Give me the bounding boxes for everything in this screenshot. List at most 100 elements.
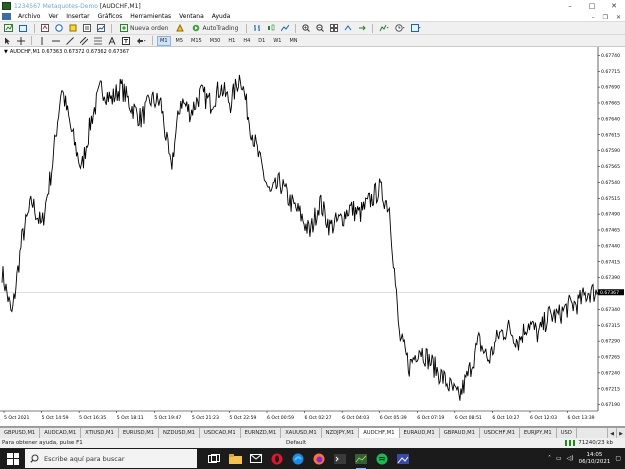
- arrows-button[interactable]: [134, 36, 148, 46]
- templates-button[interactable]: [409, 23, 423, 33]
- tile-windows-button[interactable]: [328, 23, 340, 33]
- minimize-icon[interactable]: –: [559, 0, 581, 12]
- tab-nzdjpy[interactable]: NZDJPY,M1: [321, 428, 360, 438]
- child-minimize-icon[interactable]: –: [592, 14, 595, 21]
- tab-scroll-left-icon[interactable]: ◀: [607, 428, 616, 438]
- menu-ventana[interactable]: Ventana: [175, 13, 208, 20]
- tab-eurjpy[interactable]: EURJPY,M1: [519, 428, 557, 438]
- opera-browser-icon[interactable]: [270, 452, 284, 466]
- terminal-button[interactable]: [81, 23, 93, 33]
- y-tick-label: 0.67490: [601, 212, 620, 218]
- tab-audcad[interactable]: AUDCAD,M1: [40, 428, 82, 438]
- tab-xtiusd[interactable]: XTIUSD,M1: [81, 428, 119, 438]
- firefox-browser-icon[interactable]: [312, 452, 326, 466]
- taskbar-clock[interactable]: 14:05 06/10/2021: [579, 452, 611, 466]
- tab-usd[interactable]: USD: [556, 428, 577, 438]
- tab-audchf[interactable]: AUDCHF,M1: [359, 428, 400, 438]
- maximize-icon[interactable]: □: [581, 0, 603, 12]
- timeframe-h1[interactable]: H1: [225, 36, 238, 46]
- tray-chevron-up-icon[interactable]: ˄: [548, 455, 551, 462]
- timeframe-d1[interactable]: D1: [255, 36, 268, 46]
- strategy-tester-button[interactable]: [95, 23, 107, 33]
- tab-euraud[interactable]: EURAUD,M1: [399, 428, 440, 438]
- menu-graficos[interactable]: Gráficos: [94, 13, 127, 20]
- market-watch-button[interactable]: [39, 23, 51, 33]
- windows-start-icon[interactable]: [7, 452, 19, 465]
- price-chart[interactable]: 0.67190 0.67215 0.67240 0.67265 0.67290 0.673…: [0, 47, 625, 427]
- close-icon[interactable]: ✕: [603, 0, 625, 12]
- photos-app-icon[interactable]: [396, 452, 410, 466]
- tab-gbpaud[interactable]: GBPAUD,M1: [439, 428, 480, 438]
- y-tick-label: 0.67740: [601, 53, 620, 59]
- zoom-in-button[interactable]: [300, 23, 312, 33]
- edge-browser-icon[interactable]: [291, 452, 305, 466]
- metatrader-task-icon[interactable]: [354, 452, 368, 469]
- data-window-icon: [55, 24, 63, 32]
- tab-eurusd[interactable]: EURUSD,M1: [118, 428, 160, 438]
- zoom-out-button[interactable]: [314, 23, 326, 33]
- line-chart-button[interactable]: [279, 23, 291, 33]
- text-button[interactable]: [106, 36, 118, 46]
- timeframe-mn[interactable]: MN: [286, 36, 300, 46]
- text-label-button[interactable]: [120, 36, 132, 46]
- bar-chart-button[interactable]: [251, 23, 263, 33]
- terminal-app-icon[interactable]: [333, 452, 347, 466]
- timeframe-m1[interactable]: M1: [157, 35, 171, 46]
- trendline-icon: [66, 36, 74, 45]
- candlestick-button[interactable]: [265, 23, 277, 33]
- tab-eurnzd[interactable]: EURNZD,M1: [240, 428, 282, 438]
- menu-ver[interactable]: Ver: [44, 13, 62, 20]
- tab-usdchf[interactable]: USDCHF,M1: [479, 428, 520, 438]
- periods-button[interactable]: [393, 23, 407, 33]
- vertical-line-button[interactable]: [36, 36, 48, 46]
- tab-nzdusd[interactable]: NZDUSD,M1: [159, 428, 200, 438]
- taskbar-search[interactable]: Escribe aquí para buscar: [25, 449, 197, 468]
- menu-ayuda[interactable]: Ayuda: [208, 13, 235, 20]
- chart-collapse-icon[interactable]: ▼: [4, 49, 8, 55]
- cursor-button[interactable]: [2, 36, 13, 46]
- tab-usdcad[interactable]: USDCAD,M1: [199, 428, 241, 438]
- menu-insertar[interactable]: Insertar: [62, 13, 93, 20]
- timeframe-m30[interactable]: M30: [207, 36, 224, 46]
- chart-tabs: GBPUSD,M1 AUDCAD,M1 XTIUSD,M1 EURUSD,M1 …: [0, 427, 625, 438]
- crosshair-button[interactable]: [15, 36, 27, 46]
- indicators-button[interactable]: [377, 23, 391, 33]
- notifications-icon[interactable]: ▢: [615, 455, 621, 462]
- search-icon: [30, 454, 39, 463]
- menu-herramientas[interactable]: Herramientas: [126, 13, 175, 20]
- timeframe-m5[interactable]: M5: [173, 36, 187, 46]
- chart-window[interactable]: 0.67190 0.67215 0.67240 0.67265 0.67290 0.673…: [0, 47, 625, 427]
- spotify-icon[interactable]: [375, 452, 389, 466]
- navigator-button[interactable]: [67, 23, 79, 33]
- volume-icon[interactable]: ◁): [567, 455, 574, 462]
- tab-scroll-right-icon[interactable]: ▶: [616, 428, 625, 438]
- trendline-button[interactable]: [64, 36, 76, 46]
- mail-icon[interactable]: [249, 452, 263, 466]
- timeframe-h4[interactable]: H4: [240, 36, 253, 46]
- autotrading-button[interactable]: AutoTrading: [188, 23, 242, 33]
- network-icon[interactable]: ▭: [556, 455, 562, 462]
- system-tray: ˄ ▭ ◁) 14:05 06/10/2021 ▢: [548, 448, 625, 469]
- status-profile[interactable]: Default: [286, 440, 306, 446]
- tab-xauusd[interactable]: XAUUSD,M1: [281, 428, 322, 438]
- tab-gbpusd[interactable]: GBPUSD,M1: [0, 428, 41, 438]
- y-tick-label: 0.67615: [601, 132, 620, 138]
- file-explorer-icon[interactable]: [228, 452, 242, 466]
- timeframe-w1[interactable]: W1: [270, 36, 284, 46]
- new-order-button[interactable]: Nueva orden: [116, 23, 172, 33]
- channel-icon: [80, 36, 88, 45]
- autoscroll-button[interactable]: [356, 23, 368, 33]
- menu-archivo[interactable]: Archivo: [14, 13, 44, 20]
- data-window-button[interactable]: [53, 23, 65, 33]
- metaeditor-button[interactable]: [174, 23, 186, 33]
- child-close-icon[interactable]: ✕: [616, 14, 621, 21]
- new-chart-button[interactable]: [2, 23, 15, 33]
- horizontal-line-button[interactable]: [50, 36, 62, 46]
- chart-shift-button[interactable]: [342, 23, 354, 33]
- equidistant-channel-button[interactable]: [78, 36, 90, 46]
- fibonacci-button[interactable]: [92, 36, 104, 46]
- child-restore-icon[interactable]: ❐: [603, 14, 608, 21]
- profiles-button[interactable]: [17, 23, 30, 33]
- timeframe-m15[interactable]: M15: [188, 36, 205, 46]
- task-view-icon[interactable]: [207, 452, 221, 466]
